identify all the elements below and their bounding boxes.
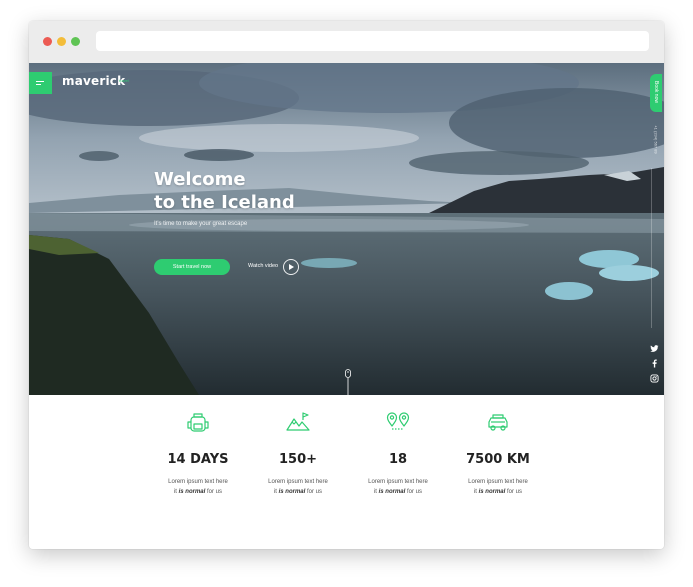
- hero-subtitle: It's time to make your great escape: [154, 221, 248, 227]
- scroll-down-indicator[interactable]: [345, 369, 351, 395]
- address-bar[interactable]: [96, 31, 649, 51]
- hero-background-image: [29, 63, 664, 395]
- start-travel-button[interactable]: Start travel now: [154, 259, 230, 275]
- stat-value: 150+: [278, 452, 318, 467]
- play-video-button[interactable]: [283, 259, 299, 275]
- minimize-window-button[interactable]: [57, 37, 66, 46]
- map-pins-icon: [386, 412, 410, 430]
- stat-description: Lorem ipsum text here: [268, 479, 328, 485]
- car-icon: [488, 414, 508, 431]
- maximize-window-button[interactable]: [71, 37, 80, 46]
- play-icon: [289, 264, 294, 270]
- stat-value: 18: [388, 452, 408, 467]
- stat-description: Lorem ipsum text here: [168, 479, 228, 485]
- logo-tagline: travel: [119, 78, 129, 83]
- close-window-button[interactable]: [43, 37, 52, 46]
- watch-video-link[interactable]: Watch video: [248, 263, 278, 269]
- facebook-icon[interactable]: [650, 359, 659, 368]
- book-now-label: Book now: [653, 81, 659, 103]
- stat-description: Lorem ipsum text here: [368, 479, 428, 485]
- site-logo[interactable]: maverick: [62, 74, 125, 88]
- book-now-button[interactable]: Book now: [650, 74, 662, 112]
- hero-title-line1: Welcome: [154, 169, 246, 190]
- stat-note: it is normal for us: [173, 489, 223, 495]
- stats-section: 14 DAYS Lorem ipsum text here it is norm…: [29, 395, 664, 549]
- mountains-icon: [286, 412, 310, 431]
- browser-window: maverick travel Book now +1 (234) 567 89…: [29, 21, 664, 549]
- hero-section: maverick travel Book now +1 (234) 567 89…: [29, 63, 664, 395]
- stat-value: 7500 KM: [466, 452, 530, 467]
- instagram-icon[interactable]: [650, 374, 659, 383]
- hero-title: Welcome to the Iceland: [154, 168, 295, 214]
- menu-button[interactable]: [29, 72, 52, 94]
- stat-description: Lorem ipsum text here: [468, 479, 528, 485]
- side-divider: [651, 168, 652, 328]
- phone-number: +1 (234) 567 89: [653, 125, 659, 154]
- browser-chrome: [29, 21, 664, 63]
- stat-note: it is normal for us: [273, 489, 323, 495]
- twitter-icon[interactable]: [650, 344, 659, 353]
- hero-title-line2: to the Iceland: [154, 192, 295, 213]
- stat-value: 14 DAYS: [167, 452, 229, 467]
- backpack-icon: [187, 413, 209, 432]
- stat-note: it is normal for us: [373, 489, 423, 495]
- stat-note: it is normal for us: [473, 489, 523, 495]
